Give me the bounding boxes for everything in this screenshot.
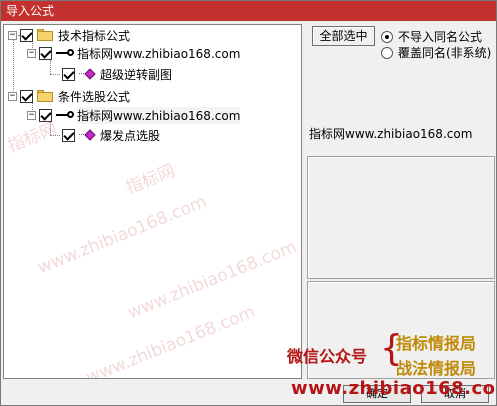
- radio-indicator[interactable]: [381, 46, 393, 59]
- tree-node-source-1[interactable]: − 指标网www.zhibiao168.com: [27, 45, 240, 61]
- dialog-title: 导入公式: [1, 1, 496, 21]
- promo-url: www.zhibiao168.com: [291, 378, 497, 399]
- collapse-toggle[interactable]: −: [27, 48, 36, 58]
- formula-source-info: 指标网www.zhibiao168.com: [309, 127, 473, 141]
- tree-line: [50, 121, 51, 135]
- radio-overwrite-duplicates[interactable]: 覆盖同名(非系统): [381, 44, 491, 61]
- collapse-toggle[interactable]: −: [27, 110, 36, 120]
- tree-node-tech-formulas[interactable]: − 技术指标公式: [8, 27, 130, 43]
- key-icon: [56, 48, 74, 58]
- tree-line: [50, 74, 60, 75]
- promo-account-2: 战法情报局: [396, 359, 477, 378]
- tree-checkbox[interactable]: [39, 108, 52, 122]
- tree-checkbox[interactable]: [62, 128, 75, 142]
- tree-node-label: 指标网www.zhibiao168.com: [77, 106, 241, 124]
- promo-wechat-label: 微信公众号: [287, 347, 368, 366]
- tree-checkbox[interactable]: [20, 28, 33, 42]
- collapse-toggle[interactable]: −: [8, 91, 17, 101]
- formula-icon: [79, 68, 96, 80]
- watermark: www.zhibiao168.com: [124, 236, 300, 324]
- tree-checkbox[interactable]: [39, 46, 52, 60]
- tree-node-label: 指标网www.zhibiao168.com: [77, 46, 241, 61]
- key-icon: [56, 110, 74, 120]
- tree-line: [50, 60, 51, 74]
- import-formula-dialog: 导入公式 − 技术指标公式 − 指标网www.zhibiao168.com 超级…: [0, 0, 497, 406]
- tree-node-formula-1[interactable]: 超级逆转副图: [62, 66, 172, 82]
- tree-node-selection-formulas[interactable]: − 条件选股公式: [8, 88, 130, 104]
- tree-node-source-2[interactable]: − 指标网www.zhibiao168.com: [27, 106, 241, 124]
- watermark: 指标网: [123, 160, 178, 199]
- tree-line: [50, 135, 60, 136]
- tree-node-formula-2[interactable]: 爆发点选股: [62, 127, 160, 143]
- formula-icon: [79, 129, 96, 141]
- tree-node-label: 爆发点选股: [100, 128, 161, 143]
- formula-tree[interactable]: − 技术指标公式 − 指标网www.zhibiao168.com 超级逆转副图 …: [3, 24, 302, 379]
- tree-checkbox[interactable]: [62, 67, 75, 81]
- folder-icon: [37, 90, 53, 102]
- folder-icon: [37, 29, 53, 41]
- watermark: 指标网：www.zhibiao168.com: [20, 302, 259, 379]
- tree-node-label: 技术指标公式: [58, 28, 131, 43]
- watermark: www.zhibiao168.com: [34, 191, 210, 279]
- radio-skip-duplicates[interactable]: 不导入同名公式: [381, 28, 482, 45]
- collapse-toggle[interactable]: −: [8, 30, 17, 40]
- tree-node-label: 条件选股公式: [58, 89, 131, 104]
- promo-account-1: 指标情报局: [396, 334, 477, 353]
- tree-checkbox[interactable]: [20, 89, 33, 103]
- radio-label: 不导入同名公式: [398, 30, 483, 44]
- formula-description-box: [307, 156, 495, 279]
- radio-indicator[interactable]: [381, 30, 393, 43]
- select-all-button[interactable]: 全部选中: [312, 26, 375, 46]
- tree-line: [13, 36, 14, 95]
- tree-node-label: 超级逆转副图: [100, 67, 173, 82]
- radio-label: 覆盖同名(非系统): [398, 46, 492, 60]
